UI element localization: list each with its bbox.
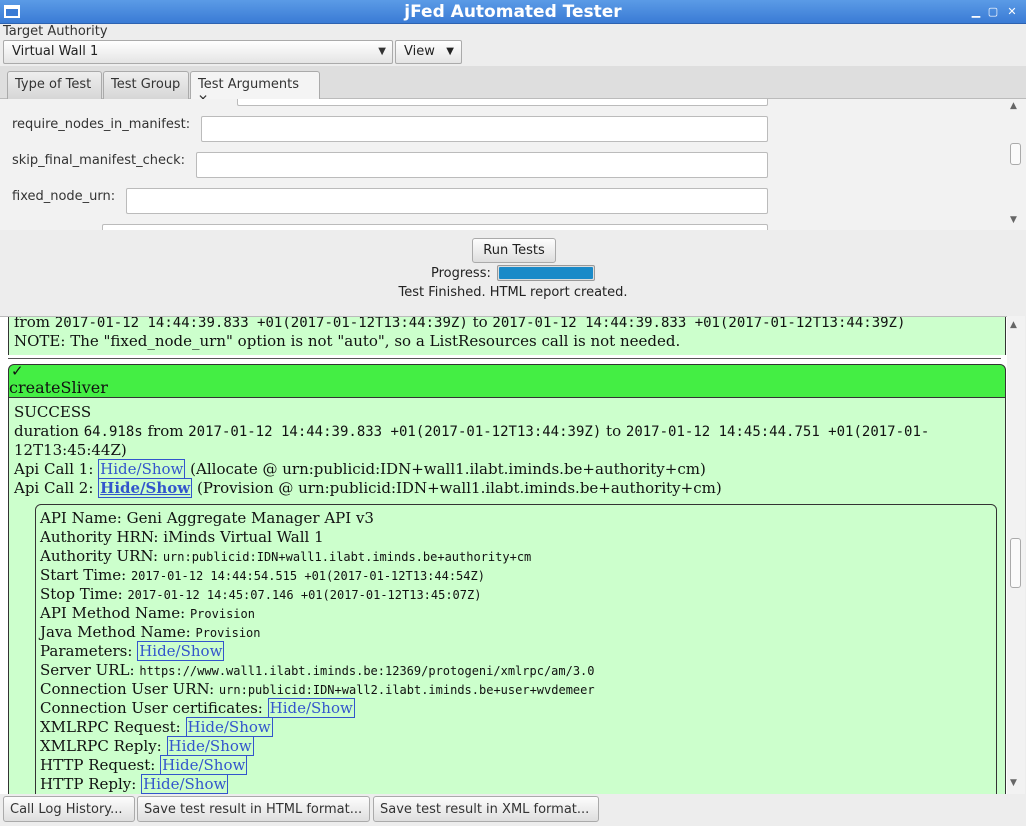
minimize-icon[interactable]: ▁ [969, 5, 983, 19]
argument-field[interactable] [237, 99, 768, 106]
detail-authority-urn: Authority URN: urn:publicid:IDN+wall1.il… [40, 547, 532, 565]
fixed-node-urn-field[interactable] [126, 188, 768, 214]
require-nodes-in-manifest-field[interactable] [201, 116, 768, 142]
status-text: Test Finished. HTML report created. [398, 285, 628, 300]
detail-java-method: Java Method Name: Provision [40, 623, 261, 641]
create-sliver-header: ✓ createSliver [8, 362, 1006, 398]
tab-label: Type of Test [15, 77, 92, 92]
http-reply-toggle-link[interactable]: Hide/Show [141, 774, 229, 794]
section-title: createSliver [9, 378, 108, 397]
detail-api-method: API Method Name: Provision [40, 604, 255, 622]
detail-certificates: Connection User certificates: Hide/Show [40, 698, 355, 718]
save-xml-button[interactable]: Save test result in XML format... [373, 796, 599, 822]
save-html-button[interactable]: Save test result in HTML format... [137, 796, 370, 822]
result-status: SUCCESS [14, 403, 92, 421]
skip-final-manifest-check-field[interactable] [196, 152, 768, 178]
html-report-view: from 2017-01-12 14:44:39.833 +01(2017-01… [0, 316, 1007, 794]
detail-authority-hrn: Authority HRN: iMinds Virtual Wall 1 [40, 528, 324, 546]
create-sliver-block: SUCCESS duration 64.918s from 2017-01-12… [8, 398, 1006, 794]
parameters-toggle-link[interactable]: Hide/Show [137, 641, 225, 661]
window-title: jFed Automated Tester [404, 2, 622, 22]
tab-bar: Type of Test Test Group Test Arguments ✕ [0, 66, 1026, 106]
previous-step-times: from 2017-01-12 14:44:39.833 +01(2017-01… [14, 316, 906, 331]
tab-type-of-test[interactable]: Type of Test [7, 71, 102, 99]
divider [8, 358, 1001, 359]
scrollbar-thumb[interactable] [1010, 538, 1021, 588]
progress-fill [499, 267, 593, 279]
view-menu-button[interactable]: View ▼ [395, 40, 462, 64]
detail-xmlrpc-request: XMLRPC Request: Hide/Show [40, 717, 273, 737]
target-authority-select[interactable]: Virtual Wall 1 ▼ [3, 40, 393, 64]
dropdown-arrow-icon: ▼ [446, 46, 454, 57]
arg-label: skip_final_manifest_check: [12, 153, 186, 168]
target-authority-label: Target Authority [3, 24, 108, 39]
tab-test-arguments[interactable]: Test Arguments ✕ [190, 71, 320, 106]
duration-line: duration 64.918s from 2017-01-12 14:44:3… [14, 422, 930, 440]
scroll-down-icon[interactable]: ▼ [1010, 778, 1017, 788]
scroll-up-icon[interactable]: ▲ [1010, 320, 1017, 330]
arg-label: fixed_node_urn: [12, 189, 116, 204]
tab-label: Test Group [111, 77, 181, 92]
close-window-icon[interactable]: ✕ [1005, 5, 1019, 19]
dropdown-arrow-icon: ▼ [378, 46, 386, 57]
tab-test-group[interactable]: Test Group [103, 71, 189, 99]
tab-label: Test Arguments [198, 77, 300, 92]
api-call-2: Api Call 2: Hide/Show (Provision @ urn:p… [14, 478, 722, 498]
detail-stop-time: Stop Time: 2017-01-12 14:45:07.146 +01(2… [40, 585, 482, 603]
certificates-toggle-link[interactable]: Hide/Show [267, 698, 355, 718]
title-bar: jFed Automated Tester ▁ ▢ ✕ [0, 0, 1026, 24]
arguments-scrollbar[interactable]: ▲ ▼ [1007, 99, 1025, 229]
xmlrpc-request-toggle-link[interactable]: Hide/Show [185, 717, 273, 737]
http-request-toggle-link[interactable]: Hide/Show [160, 755, 248, 775]
detail-http-request: HTTP Request: Hide/Show [40, 755, 248, 775]
detail-start-time: Start Time: 2017-01-12 14:44:54.515 +01(… [40, 566, 485, 584]
target-authority-value: Virtual Wall 1 [12, 44, 99, 59]
argument-field[interactable] [102, 224, 768, 230]
previous-step-block: from 2017-01-12 14:44:39.833 +01(2017-01… [8, 317, 1006, 355]
xmlrpc-reply-toggle-link[interactable]: Hide/Show [166, 736, 254, 756]
detail-api-name: API Name: Geni Aggregate Manager API v3 [40, 509, 374, 527]
bottom-button-bar: Call Log History... Save test result in … [0, 794, 1026, 826]
api-call-1-toggle-link[interactable]: Hide/Show [98, 459, 186, 479]
view-button-label: View [404, 44, 435, 59]
scroll-down-icon[interactable]: ▼ [1010, 215, 1017, 225]
detail-server-url: Server URL: https://www.wall1.ilabt.imin… [40, 661, 595, 679]
scrollbar-thumb[interactable] [1010, 143, 1021, 165]
detail-connection-user: Connection User URN: urn:publicid:IDN+wa… [40, 680, 595, 698]
api-call-1: Api Call 1: Hide/Show (Allocate @ urn:pu… [14, 459, 706, 479]
progress-bar [497, 265, 595, 281]
report-scrollbar[interactable]: ▲ ▼ [1007, 316, 1025, 794]
test-arguments-panel: require_nodes_in_manifest: skip_final_ma… [0, 99, 1026, 230]
run-tests-button[interactable]: Run Tests [472, 238, 556, 263]
detail-http-reply: HTTP Reply: Hide/Show [40, 774, 229, 794]
duration-line-cont: 12T13:45:44Z) [14, 441, 127, 459]
api-call-details: API Name: Geni Aggregate Manager API v3 … [35, 504, 997, 794]
maximize-icon[interactable]: ▢ [986, 5, 1000, 19]
detail-parameters: Parameters: Hide/Show [40, 641, 225, 661]
api-call-2-toggle-link[interactable]: Hide/Show [98, 478, 193, 498]
detail-xmlrpc-reply: XMLRPC Reply: Hide/Show [40, 736, 254, 756]
arg-label: require_nodes_in_manifest: [12, 117, 191, 132]
previous-step-note: NOTE: The "fixed_node_urn" option is not… [14, 332, 681, 350]
call-log-history-button[interactable]: Call Log History... [3, 796, 135, 822]
progress-label: Progress: [431, 266, 491, 281]
scroll-up-icon[interactable]: ▲ [1010, 101, 1017, 111]
